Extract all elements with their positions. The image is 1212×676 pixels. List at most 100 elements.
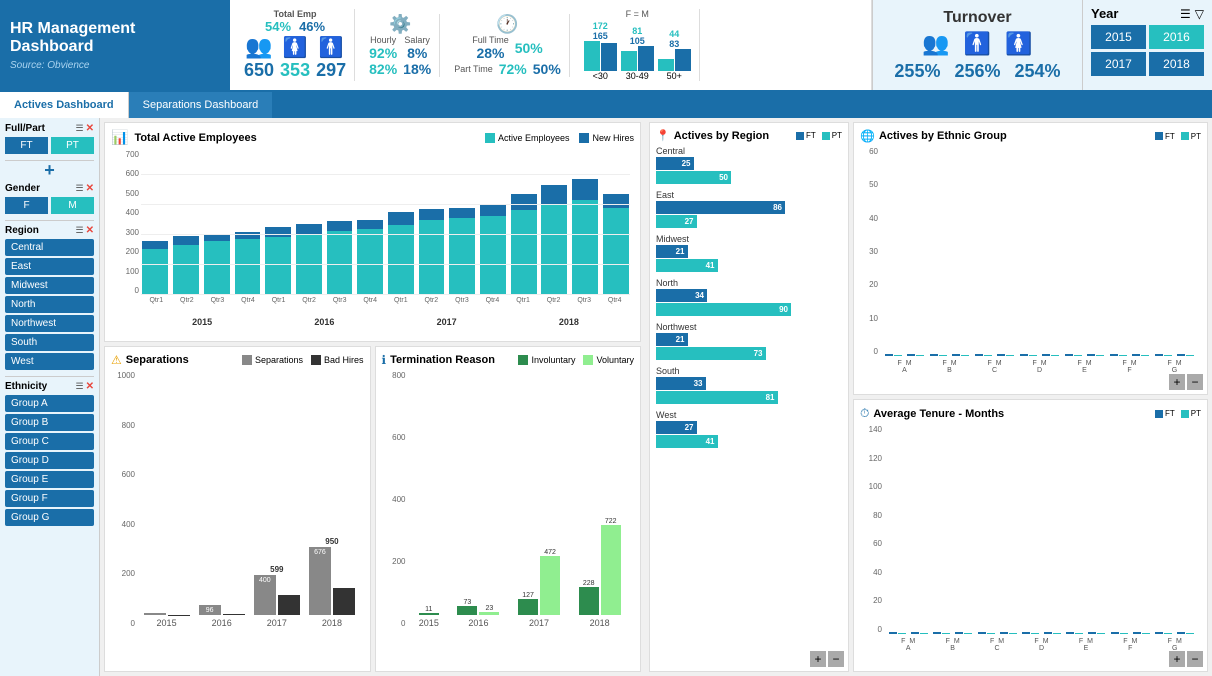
btn-pt[interactable]: PT — [51, 137, 94, 154]
filter-gender-label: Gender — [5, 183, 40, 194]
legend-active: Active Employees — [498, 133, 570, 143]
tenure-group — [1153, 632, 1197, 634]
legend-newhire: New Hires — [592, 133, 634, 143]
fullpart-clear-icon[interactable]: ✕ — [86, 123, 94, 134]
filter-ethnicity: Ethnicity ☰ ✕ Group A Group B Group C Group… — [5, 381, 94, 526]
turnover-val3: 254% — [1015, 61, 1061, 82]
region-item-west[interactable]: West — [5, 353, 94, 370]
tenure-group — [1064, 632, 1108, 634]
filter-region: Region ☰ ✕ CentralEastMidwestNorthNorthw… — [5, 225, 94, 370]
ethnicity-item-group-g[interactable]: Group G — [5, 509, 94, 526]
btn-ft[interactable]: FT — [5, 137, 48, 154]
total-active-title: Total Active Employees — [134, 132, 256, 144]
term-legend-inv: Involuntary — [531, 355, 575, 365]
region-item-northwest[interactable]: Northwest — [5, 315, 94, 332]
region-bar-row: Central2550 — [656, 146, 842, 184]
ethnic-legend-pt: PT — [1191, 132, 1201, 141]
region-item-east[interactable]: East — [5, 258, 94, 275]
fulltime-label: Full Time — [472, 35, 509, 45]
ethnic-minus-btn[interactable]: − — [1187, 374, 1203, 390]
ethnic-legend-ft: FT — [1165, 132, 1175, 141]
fulltime-pct2: 50% — [515, 40, 543, 56]
termination-chart: ℹ Termination Reason Involuntary Volunta… — [375, 346, 642, 672]
age-3049-f: 81 — [632, 26, 642, 36]
year-btn-2016[interactable]: 2016 — [1149, 25, 1204, 49]
age-label-3049: 30-49 — [626, 71, 649, 81]
region-legend-pt: PT — [832, 131, 842, 140]
region-minus-btn[interactable]: − — [828, 651, 844, 667]
year-filter-icon[interactable]: ☰ — [1180, 7, 1191, 21]
hourly-label: Hourly — [370, 35, 396, 45]
tab-actives[interactable]: Actives Dashboard — [0, 92, 129, 118]
hourly-pct2: 82% — [369, 61, 397, 77]
region-legend-ft: FT — [806, 131, 816, 140]
add-icon[interactable]: + — [44, 161, 55, 179]
tenure-group — [930, 632, 974, 634]
region-item-south[interactable]: South — [5, 334, 94, 351]
app-source: Source: Obvience — [10, 60, 220, 71]
tab-separations[interactable]: Separations Dashboard — [129, 92, 273, 118]
year-funnel-icon[interactable]: ▽ — [1195, 7, 1204, 21]
gender-clear-icon[interactable]: ✕ — [86, 183, 94, 194]
salary-pct2: 18% — [403, 61, 431, 77]
age-under30-f: 172 — [593, 21, 608, 31]
ethnic-group — [972, 354, 1017, 356]
parttime-pct2: 50% — [533, 61, 561, 77]
age-label-u30: <30 — [593, 71, 608, 81]
age-50plus-f: 44 — [669, 29, 679, 39]
ethnicity-item-group-c[interactable]: Group C — [5, 433, 94, 450]
ethnicity-item-group-d[interactable]: Group D — [5, 452, 94, 469]
ethnicity-item-group-b[interactable]: Group B — [5, 414, 94, 431]
tenure-group — [886, 632, 930, 634]
ethnicity-item-group-f[interactable]: Group F — [5, 490, 94, 507]
btn-female[interactable]: F — [5, 197, 48, 214]
year-btn-2015[interactable]: 2015 — [1091, 25, 1146, 49]
ethnic-group — [1062, 354, 1107, 356]
ethnicity-filter-icon[interactable]: ☰ — [76, 381, 84, 392]
turnover-val2: 256% — [954, 61, 1000, 82]
tenure-title: Average Tenure - Months — [873, 408, 1004, 420]
separations-chart: ⚠ Separations Separations Bad Hires 1000… — [104, 346, 371, 672]
sep-legend-bad: Bad Hires — [324, 355, 364, 365]
region-filter-icon[interactable]: ☰ — [76, 225, 84, 236]
ethnicity-item-group-e[interactable]: Group E — [5, 471, 94, 488]
ethnicity-item-group-a[interactable]: Group A — [5, 395, 94, 412]
total-active-chart: 📊 Total Active Employees Active Employee… — [104, 122, 641, 342]
gender-filter-icon[interactable]: ☰ — [76, 183, 84, 194]
filter-fullpart: Full/Part ☰ ✕ FT PT — [5, 123, 94, 154]
ethnic-title: Actives by Ethnic Group — [879, 130, 1007, 142]
filter-ethnicity-label: Ethnicity — [5, 381, 47, 392]
region-bar-row: Midwest2141 — [656, 234, 842, 272]
parttime-label: Part Time — [454, 64, 493, 74]
tenure-legend-pt: PT — [1191, 409, 1201, 418]
sep-title: Separations — [126, 354, 189, 366]
ethnic-group — [1017, 354, 1062, 356]
region-bar-row: Northwest2173 — [656, 322, 842, 360]
ethnic-plus-btn[interactable]: + — [1169, 374, 1185, 390]
region-bar-row: South3381 — [656, 366, 842, 404]
female-count: 353 — [280, 60, 310, 81]
male-count: 297 — [316, 60, 346, 81]
ethnicity-clear-icon[interactable]: ✕ — [86, 381, 94, 392]
term-title: Termination Reason — [390, 354, 495, 366]
filter-gender: Gender ☰ ✕ F M — [5, 183, 94, 214]
ethnic-group — [882, 354, 927, 356]
region-item-midwest[interactable]: Midwest — [5, 277, 94, 294]
region-plus-btn[interactable]: + — [810, 651, 826, 667]
tenure-plus-btn[interactable]: + — [1169, 651, 1185, 667]
salary-pct: 8% — [407, 45, 427, 61]
app-title: HR Management Dashboard — [10, 20, 220, 56]
region-item-central[interactable]: Central — [5, 239, 94, 256]
region-bar-row: North3490 — [656, 278, 842, 316]
year-btn-2018[interactable]: 2018 — [1149, 52, 1204, 76]
region-item-north[interactable]: North — [5, 296, 94, 313]
ethnic-chart: 🌐 Actives by Ethnic Group FT PT 60504030… — [853, 122, 1208, 395]
region-clear-icon[interactable]: ✕ — [86, 225, 94, 236]
year-btn-2017[interactable]: 2017 — [1091, 52, 1146, 76]
parttime-pct: 72% — [499, 61, 527, 77]
tenure-minus-btn[interactable]: − — [1187, 651, 1203, 667]
fullpart-filter-icon[interactable]: ☰ — [76, 123, 84, 134]
sep-legend-sep: Separations — [255, 355, 303, 365]
btn-male[interactable]: M — [51, 197, 94, 214]
region-title: Actives by Region — [674, 130, 769, 142]
